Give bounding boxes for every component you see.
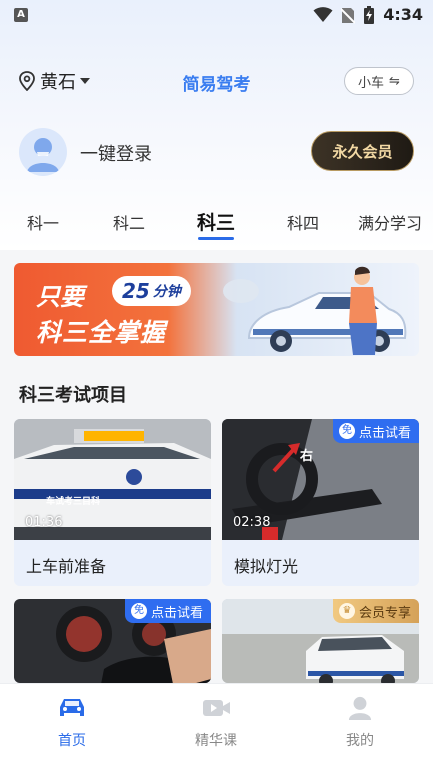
free-icon: 免 (130, 603, 147, 619)
tab-subject-2[interactable]: 科二 (89, 210, 169, 234)
app-notification-icon: A (14, 8, 28, 22)
car-type-switch[interactable]: 小车 ⇋ (344, 67, 414, 95)
badge-label: 点击试看 (358, 425, 411, 441)
video-duration: 01:36 (25, 515, 63, 530)
subject-tabs: 科一 科二 科三 科四 满分学习 (0, 200, 433, 246)
status-time: 4:34 (383, 5, 423, 24)
tab-subject-3[interactable]: 科三 (176, 208, 256, 235)
badge-label: 点击试看 (150, 605, 203, 621)
switch-arrows-icon: ⇋ (389, 73, 400, 89)
video-card-4[interactable]: ♛ 会员专享 (222, 599, 419, 683)
lifetime-vip-button[interactable]: 永久会员 (311, 131, 414, 171)
banner-number: 25 (122, 279, 150, 303)
avatar[interactable] (19, 128, 67, 176)
tab-subject-1[interactable]: 科一 (3, 210, 83, 234)
nav-profile[interactable]: 我的 (315, 696, 405, 750)
no-sim-icon (341, 7, 355, 24)
video-icon (203, 700, 230, 716)
banner-car-illustration (223, 266, 407, 355)
section-title: 科三考试项目 (19, 385, 127, 406)
location-selector[interactable]: 黄石 (18, 68, 90, 94)
car-icon (60, 699, 84, 716)
nav-home[interactable]: 首页 (27, 696, 117, 750)
vip-only-badge[interactable]: ♛ 会员专享 (332, 599, 419, 623)
app-header: 黄石 简易驾考 小车 ⇋ (0, 60, 433, 104)
status-bar: A 4:34 (0, 0, 433, 30)
card-thumbnail: 右 02:38 免 点击试看 (222, 419, 419, 540)
active-tab-indicator (198, 237, 234, 240)
banner-duration-pill: 25 分钟 (112, 276, 191, 306)
card-label: 模拟灯光 (234, 557, 299, 576)
photo-direction-text: 右 (300, 449, 314, 464)
one-click-login[interactable]: 一键登录 (80, 140, 152, 166)
card-thumbnail: ♛ 会员专享 (222, 599, 419, 683)
badge-label: 会员专享 (358, 605, 411, 621)
promo-banner[interactable]: 只要 25 分钟 科三全掌握 (14, 263, 419, 356)
banner-unit: 分钟 (152, 284, 181, 300)
car-type-label: 小车 (358, 75, 385, 91)
nav-label: 我的 (346, 733, 374, 749)
free-preview-badge[interactable]: 免 点击试看 (124, 599, 211, 623)
video-card-3[interactable]: 免 点击试看 (14, 599, 211, 683)
card-thumbnail: 车试考三目科 01:36 (14, 419, 211, 540)
nav-featured-courses[interactable]: 精华课 (171, 696, 261, 750)
nav-label: 精华课 (195, 733, 237, 749)
video-duration: 02:38 (233, 515, 271, 530)
free-icon: 免 (338, 423, 355, 439)
location-pin-icon (19, 71, 35, 91)
bottom-navigation: 首页 精华课 我的 (0, 683, 433, 772)
status-icons (313, 6, 375, 24)
crown-icon: ♛ (338, 603, 355, 619)
banner-prefix: 只要 (36, 283, 84, 311)
tab-subject-4[interactable]: 科四 (263, 210, 343, 234)
login-row: 一键登录 永久会员 (0, 125, 433, 181)
user-icon (348, 696, 372, 720)
default-avatar-icon (27, 138, 59, 172)
free-preview-badge[interactable]: 免 点击试看 (332, 419, 419, 443)
caret-down-icon (80, 78, 90, 84)
card-thumbnail: 免 点击试看 (14, 599, 211, 683)
tab-full-score-study[interactable]: 满分学习 (350, 210, 430, 234)
banner-headline: 科三全掌握 (36, 318, 167, 347)
card-label: 上车前准备 (26, 557, 107, 576)
battery-charging-icon (364, 6, 374, 24)
city-label: 黄石 (40, 72, 76, 93)
wifi-icon (313, 7, 333, 22)
car-door-text: 车试考三目科 (46, 497, 101, 507)
nav-label: 首页 (58, 733, 86, 749)
video-card-lights[interactable]: 右 02:38 免 点击试看 模拟灯光 (222, 419, 419, 586)
video-card-pre-driving[interactable]: 车试考三目科 01:36 上车前准备 (14, 419, 211, 586)
